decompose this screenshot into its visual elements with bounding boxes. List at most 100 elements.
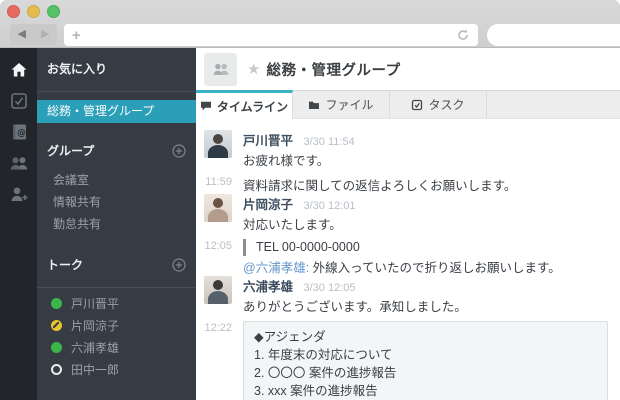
talk-item-togawa[interactable]: 戸川晋平 bbox=[37, 296, 196, 310]
group-avatar bbox=[204, 53, 237, 86]
browser-chrome: ◀ ▶ + bbox=[0, 0, 620, 48]
avatar-kataoka[interactable] bbox=[204, 194, 232, 222]
tab-bar: タイムライン ファイル タスク bbox=[196, 90, 620, 119]
message-followup: 12:22 ◆アジェンダ 1. 年度末の対応について 2. 〇〇〇 案件の進捗報… bbox=[204, 321, 608, 400]
message-timestamp: 11:59 bbox=[204, 175, 232, 194]
talk-name: 六浦孝雄 bbox=[71, 339, 119, 356]
message: 戸川晋平 3/30 11:54 お疲れ様です。 bbox=[204, 130, 608, 170]
talk-list: 戸川晋平 片岡涼子 六浦孝雄 田中一郎 bbox=[37, 296, 196, 376]
message-timestamp: 12:22 bbox=[204, 321, 232, 400]
tab-label: タイムライン bbox=[217, 98, 288, 115]
agenda-quote-box: ◆アジェンダ 1. 年度末の対応について 2. 〇〇〇 案件の進捗報告 3. x… bbox=[243, 321, 608, 400]
tab-filler bbox=[487, 91, 620, 118]
message: 六浦孝雄 3/30 12:05 ありがとうございます。承知しました。 bbox=[204, 276, 608, 316]
timeline-feed[interactable]: 戸川晋平 3/30 11:54 お疲れ様です。 11:59 資料請求に関しての返… bbox=[196, 119, 620, 400]
group-people-icon bbox=[211, 60, 231, 78]
back-button[interactable]: ◀ bbox=[10, 24, 34, 45]
url-bar[interactable]: + bbox=[64, 24, 478, 46]
groups-header: グループ bbox=[37, 123, 196, 165]
search-bar[interactable] bbox=[487, 24, 620, 46]
agenda-line: 2. 〇〇〇 案件の進捗報告 bbox=[254, 364, 597, 382]
timeline-bubble-icon bbox=[200, 100, 212, 112]
presence-offline-icon bbox=[51, 364, 62, 375]
tab-label: ファイル bbox=[325, 96, 373, 113]
presence-online-icon bbox=[51, 298, 62, 309]
talk-item-mutsuura[interactable]: 六浦孝雄 bbox=[37, 340, 196, 354]
mention-link[interactable]: @六浦孝雄: bbox=[243, 261, 309, 275]
talk-item-tanaka[interactable]: 田中一郎 bbox=[37, 362, 196, 376]
app-body: @ bbox=[0, 48, 620, 400]
talk-name: 戸川晋平 bbox=[71, 295, 119, 312]
tab-label: タスク bbox=[428, 96, 464, 113]
search-input[interactable] bbox=[494, 24, 620, 46]
favorite-star-icon[interactable]: ★ bbox=[247, 60, 260, 78]
contacts-icon[interactable]: @ bbox=[8, 122, 30, 142]
avatar-togawa[interactable] bbox=[204, 130, 232, 158]
mention-text: 外線入っていたので折り返しお願いします。 bbox=[309, 261, 561, 275]
close-window-button[interactable] bbox=[7, 5, 20, 18]
tasks-icon[interactable] bbox=[8, 91, 30, 111]
message-text: 対応いたします。 bbox=[243, 217, 608, 234]
message-author[interactable]: 六浦孝雄 bbox=[243, 280, 293, 294]
home-icon[interactable] bbox=[8, 60, 30, 80]
favorites-header: お気に入り bbox=[37, 48, 196, 83]
group-list: 会議室 情報共有 勤怠共有 bbox=[37, 171, 196, 233]
message-timestamp: 3/30 11:54 bbox=[304, 136, 355, 148]
tab-tasks[interactable]: タスク bbox=[390, 91, 487, 118]
new-tab-icon[interactable]: + bbox=[72, 27, 81, 44]
groups-icon[interactable] bbox=[8, 153, 30, 173]
browser-window: ◀ ▶ + bbox=[0, 0, 620, 400]
url-input[interactable] bbox=[81, 24, 456, 46]
message-text: 資料請求に関しての返信よろしくお願いします。 bbox=[243, 175, 608, 194]
quoted-text: TEL 00-0000-0000 bbox=[243, 239, 608, 256]
sidebar-item-kaigishitsu[interactable]: 会議室 bbox=[37, 171, 196, 189]
presence-away-icon bbox=[51, 320, 62, 331]
avatar-mutsuura[interactable] bbox=[204, 276, 232, 304]
message-author[interactable]: 片岡涼子 bbox=[243, 198, 293, 212]
favorites-header-label: お気に入り bbox=[47, 60, 107, 77]
room-header: ★ 総務・管理グループ bbox=[196, 48, 620, 90]
groups-header-label: グループ bbox=[47, 142, 94, 159]
message-text: お疲れ様です。 bbox=[243, 153, 608, 170]
add-user-icon[interactable] bbox=[8, 184, 30, 204]
message-followup: 12:05 TEL 00-0000-0000 @六浦孝雄: 外線入っていたので折… bbox=[204, 239, 608, 276]
room-title: 総務・管理グループ bbox=[266, 59, 400, 80]
message-timestamp: 12:05 bbox=[204, 239, 232, 276]
presence-online-icon bbox=[51, 342, 62, 353]
talk-item-kataoka[interactable]: 片岡涼子 bbox=[37, 318, 196, 332]
message-author[interactable]: 戸川晋平 bbox=[243, 134, 293, 148]
minimize-window-button[interactable] bbox=[27, 5, 40, 18]
task-check-icon bbox=[411, 99, 423, 111]
forward-button[interactable]: ▶ bbox=[34, 24, 58, 45]
sidebar-item-kintai-kyouyuu[interactable]: 勤怠共有 bbox=[37, 215, 196, 233]
zoom-window-button[interactable] bbox=[47, 5, 60, 18]
nav-panel: お気に入り 総務・管理グループ グループ 会議室 情報共有 勤怠共有 トーク bbox=[37, 48, 196, 400]
nav-button-group: ◀ ▶ bbox=[10, 24, 57, 45]
add-talk-icon[interactable] bbox=[172, 258, 186, 272]
folder-icon bbox=[308, 99, 320, 111]
window-controls bbox=[7, 5, 60, 18]
add-group-icon[interactable] bbox=[172, 144, 186, 158]
refresh-icon[interactable] bbox=[456, 28, 470, 42]
icon-rail: @ bbox=[0, 48, 37, 400]
tab-files[interactable]: ファイル bbox=[293, 91, 390, 118]
talk-name: 片岡涼子 bbox=[71, 317, 119, 334]
divider bbox=[37, 91, 196, 92]
agenda-line: 1. 年度末の対応について bbox=[254, 346, 597, 364]
message-text: @六浦孝雄: 外線入っていたので折り返しお願いします。 bbox=[243, 261, 608, 276]
talk-header: トーク bbox=[37, 233, 196, 279]
svg-text:@: @ bbox=[17, 128, 26, 138]
tab-timeline[interactable]: タイムライン bbox=[196, 90, 293, 119]
talk-header-label: トーク bbox=[47, 256, 83, 273]
message-timestamp: 3/30 12:05 bbox=[304, 282, 356, 294]
sidebar-item-jouhou-kyouyuu[interactable]: 情報共有 bbox=[37, 193, 196, 211]
agenda-line: 3. xxx 案件の進捗報告 bbox=[254, 382, 597, 400]
sidebar-item-soumu-kanri-group[interactable]: 総務・管理グループ bbox=[37, 100, 196, 123]
message-timestamp: 3/30 12:01 bbox=[304, 200, 356, 212]
main-area: ★ 総務・管理グループ タイムライン ファイル bbox=[196, 48, 620, 400]
agenda-line: ◆アジェンダ bbox=[254, 328, 597, 346]
message-followup: 11:59 資料請求に関しての返信よろしくお願いします。 bbox=[204, 175, 608, 194]
talk-name: 田中一郎 bbox=[71, 361, 119, 378]
message: 片岡涼子 3/30 12:01 対応いたします。 bbox=[204, 194, 608, 234]
message-text: ありがとうございます。承知しました。 bbox=[243, 299, 608, 316]
